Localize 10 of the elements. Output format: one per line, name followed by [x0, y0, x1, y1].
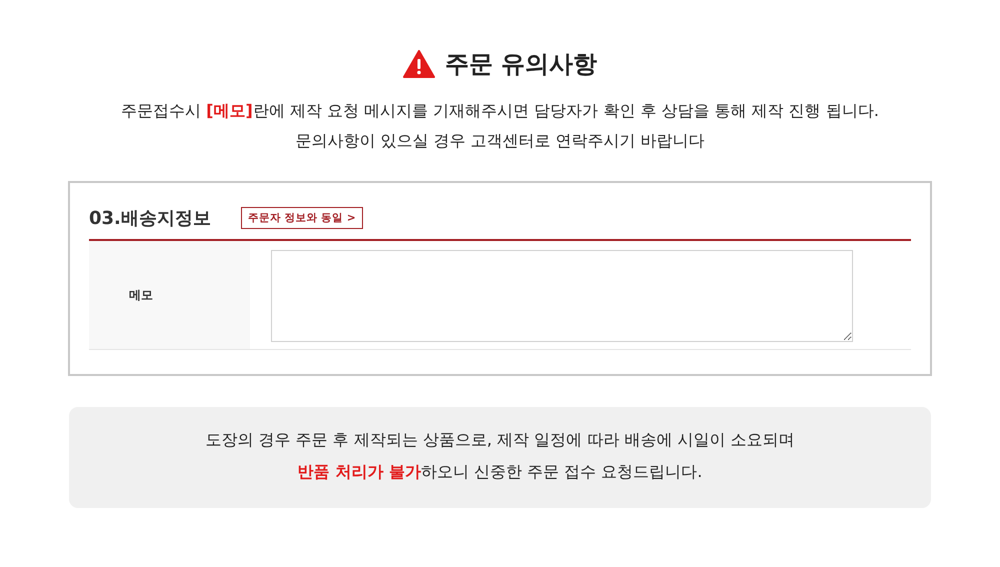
field-label: 메모 — [89, 241, 250, 349]
section-title: 03.배송지정보 — [89, 207, 211, 230]
same-as-orderer-button[interactable]: 주문자 정보와 동일 > — [240, 207, 363, 229]
notice-text: 도장의 경우 주문 후 제작되는 상품으로, 제작 일정에 따라 배송에 시일이 소요되며 — [205, 429, 795, 451]
intro-text: 문의사항이 있으실 경우 고객센터로 연락주시기 바랍니다 — [295, 130, 705, 152]
intro-text: 주문접수시 [메모]란에 제작 요청 메시지를 기재해주시면 담당자가 확인 후 상담을 통해 제작 진행 됩니다. — [121, 100, 879, 122]
memo-field[interactable] — [271, 250, 853, 342]
notice-text: 반품 처리가 불가하오니 신중한 주문 접수 요청드립니다. — [298, 461, 702, 483]
notice-title: 주문 유의사항 — [444, 49, 598, 80]
warning-icon — [402, 50, 435, 78]
